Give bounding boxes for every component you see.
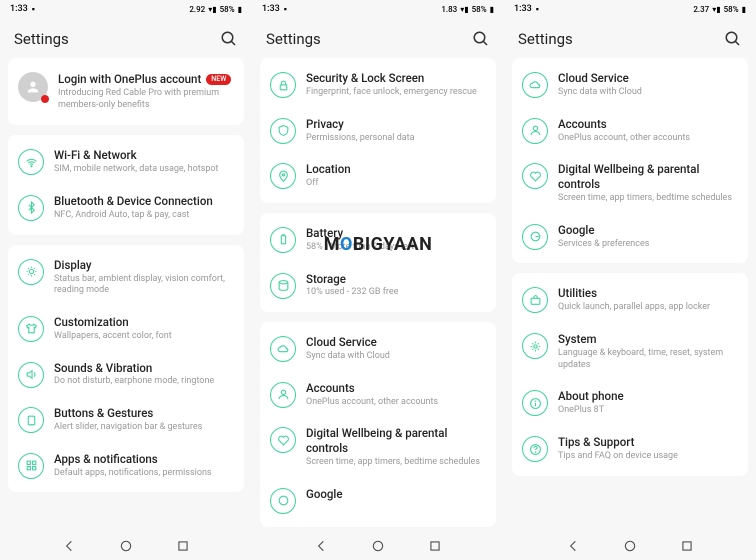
toolbox-icon: [522, 287, 548, 313]
nav-bar: [0, 532, 252, 560]
heart-icon: [522, 163, 548, 189]
item-bluetooth[interactable]: Bluetooth & Device ConnectionNFC, Androi…: [8, 185, 244, 231]
item-wifi[interactable]: Wi-Fi & NetworkSIM, mobile network, data…: [8, 139, 244, 185]
item-utilities[interactable]: UtilitiesQuick launch, parallel apps, ap…: [512, 277, 748, 323]
search-icon[interactable]: [724, 30, 742, 48]
notification-dot: [41, 95, 49, 103]
item-cloud[interactable]: Cloud ServiceSync data with Cloud: [512, 62, 748, 108]
cloud-icon: [270, 336, 296, 362]
home-button[interactable]: [119, 539, 133, 553]
display-icon: [18, 259, 44, 285]
account-icon: [522, 118, 548, 144]
item-customization[interactable]: CustomizationWallpapers, accent color, f…: [8, 306, 244, 352]
item-display[interactable]: DisplayStatus bar, ambient display, visi…: [8, 249, 244, 306]
battery-icon: ▮: [238, 5, 242, 14]
back-button[interactable]: [62, 539, 76, 553]
status-bar: 1:33▪ 2.92▾▮58%▮: [0, 0, 252, 18]
nav-bar: [504, 532, 756, 560]
heart-icon: [270, 427, 296, 453]
help-icon: [522, 436, 548, 462]
item-sounds[interactable]: Sounds & VibrationDo not disturb, earpho…: [8, 352, 244, 398]
tshirt-icon: [18, 316, 44, 342]
apps-icon: [18, 453, 44, 479]
phone-3: 1:33▪ 2.37▾▮58%▮ Settings Cloud ServiceS…: [504, 0, 756, 560]
status-time: 1:33: [10, 4, 28, 14]
search-icon[interactable]: [472, 30, 490, 48]
item-security[interactable]: Security & Lock ScreenFingerprint, face …: [260, 62, 496, 108]
gestures-icon: [18, 407, 44, 433]
info-icon: [522, 390, 548, 416]
notif-icon: ▪: [32, 4, 35, 15]
status-bar: 1:33▪ 2.37▾▮58%▮: [504, 0, 756, 18]
recent-button[interactable]: [176, 539, 190, 553]
page-title: Settings: [266, 30, 321, 48]
home-button[interactable]: [371, 539, 385, 553]
location-icon: [270, 163, 296, 189]
back-button[interactable]: [314, 539, 328, 553]
sound-icon: [18, 362, 44, 388]
item-google[interactable]: GoogleServices & preferences: [512, 214, 748, 260]
item-about[interactable]: About phoneOnePlus 8T: [512, 380, 748, 426]
lock-icon: [270, 72, 296, 98]
recent-button[interactable]: [680, 539, 694, 553]
home-button[interactable]: [623, 539, 637, 553]
page-title: Settings: [518, 30, 573, 48]
google-icon: [270, 488, 296, 514]
cloud-icon: [522, 72, 548, 98]
storage-icon: [270, 273, 296, 299]
new-badge: NEW: [206, 74, 231, 85]
settings-header: Settings: [504, 18, 756, 58]
page-title: Settings: [14, 30, 69, 48]
item-privacy[interactable]: PrivacyPermissions, personal data: [260, 108, 496, 154]
phone-2: 1:33▪ 1.83▾▮58%▮ Settings Security & Loc…: [252, 0, 504, 560]
battery-pct: 58%: [220, 5, 235, 14]
item-cloud[interactable]: Cloud ServiceSync data with Cloud: [260, 326, 496, 372]
item-location[interactable]: LocationOff: [260, 153, 496, 199]
login-sub: Introducing Red Cable Pro with premium m…: [58, 88, 234, 111]
login-card[interactable]: Login with OnePlus account NEW Introducin…: [8, 58, 244, 125]
wifi-icon: [18, 149, 44, 175]
back-button[interactable]: [566, 539, 580, 553]
bluetooth-icon: [18, 195, 44, 221]
login-title: Login with OnePlus account: [58, 72, 201, 87]
settings-header: Settings: [0, 18, 252, 58]
item-accounts[interactable]: AccountsOnePlus account, other accounts: [260, 372, 496, 418]
item-accounts[interactable]: AccountsOnePlus account, other accounts: [512, 108, 748, 154]
nav-bar: [252, 532, 504, 560]
item-storage[interactable]: Storage10% used - 232 GB free: [260, 263, 496, 309]
gear-icon: [522, 333, 548, 359]
item-google[interactable]: Google: [260, 478, 496, 523]
battery-icon: [270, 227, 296, 253]
recent-button[interactable]: [428, 539, 442, 553]
item-battery[interactable]: Battery58% - More than 2 days left: [260, 217, 496, 263]
item-buttons[interactable]: Buttons & GesturesAlert slider, navigati…: [8, 397, 244, 443]
avatar: [18, 72, 48, 102]
phone-1: 1:33▪ 2.92▾▮58%▮ Settings Login with One…: [0, 0, 252, 560]
item-apps[interactable]: Apps & notificationsDefault apps, notifi…: [8, 443, 244, 489]
settings-header: Settings: [252, 18, 504, 58]
status-bar: 1:33▪ 1.83▾▮58%▮: [252, 0, 504, 18]
search-icon[interactable]: [220, 30, 238, 48]
google-icon: [522, 224, 548, 250]
shield-icon: [270, 118, 296, 144]
item-wellbeing[interactable]: Digital Wellbeing & parental controlsScr…: [512, 153, 748, 214]
item-tips[interactable]: Tips & SupportTips and FAQ on device usa…: [512, 426, 748, 472]
wifi-icon: ▾▮: [208, 5, 216, 14]
item-wellbeing[interactable]: Digital Wellbeing & parental controlsScr…: [260, 417, 496, 478]
account-icon: [270, 382, 296, 408]
item-system[interactable]: SystemLanguage & keyboard, time, reset, …: [512, 323, 748, 380]
